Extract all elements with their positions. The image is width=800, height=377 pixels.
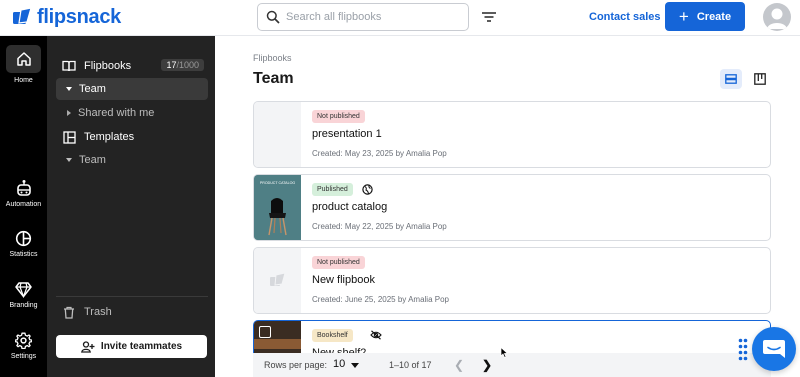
flipbook-name[interactable]: New flipbook — [312, 274, 375, 286]
book-icon — [62, 60, 76, 72]
gear-icon — [15, 332, 32, 349]
create-button-label: Create — [696, 10, 732, 23]
pagination-range: 1–10 of 17 — [389, 360, 432, 370]
sidebar-item-team[interactable]: Team — [56, 78, 208, 100]
caret-right-icon — [67, 110, 71, 116]
sidebar-item-flipbooks-label: Flipbooks — [84, 60, 132, 72]
flipbook-count-used: 17 — [166, 60, 177, 70]
flipbook-thumbnail[interactable]: PRODUCT CATALOG — [254, 175, 301, 240]
board-view-icon — [754, 73, 766, 85]
drag-handle-icon[interactable] — [738, 338, 748, 362]
flipbook-card[interactable]: Not published New flipbook Created: June… — [253, 247, 771, 314]
caret-down-icon — [66, 87, 72, 91]
search-box[interactable] — [257, 3, 469, 31]
caret-down-icon[interactable] — [351, 363, 359, 368]
invite-teammates-label: Invite teammates — [100, 341, 183, 352]
rows-per-page-select[interactable]: 10 — [333, 358, 345, 370]
diamond-icon — [15, 282, 32, 298]
status-badge: Not published — [312, 110, 365, 123]
catalog-cover-text: PRODUCT CATALOG — [260, 181, 296, 185]
flipbook-meta: Created: May 22, 2025 by Amalia Pop — [312, 222, 447, 231]
chat-support-button[interactable] — [752, 327, 796, 371]
invite-teammates-button[interactable]: Invite teammates — [56, 335, 207, 358]
sidebar-item-templates[interactable]: Templates — [56, 126, 208, 148]
sidebar-item-flipbooks[interactable]: Flipbooks 17/1000 — [56, 55, 208, 77]
flipbook-card[interactable]: Not published presentation 1 Created: Ma… — [253, 101, 771, 168]
catalog-cover-image: PRODUCT CATALOG — [254, 175, 301, 240]
rail-branding-label: Branding — [9, 302, 38, 309]
status-badge: Bookshelf — [312, 329, 353, 342]
flipbook-meta: Created: June 25, 2025 by Amalia Pop — [312, 295, 449, 304]
chat-icon — [763, 340, 785, 358]
caret-down-icon — [66, 158, 72, 162]
breadcrumb[interactable]: Flipbooks — [253, 53, 292, 63]
sidebar-item-trash-label: Trash — [84, 306, 112, 318]
flipsnack-logo[interactable]: flipsnack — [12, 6, 121, 28]
flipsnack-logo-icon — [13, 8, 32, 24]
flipbook-card[interactable]: PRODUCT CATALOG Published product catalo… — [253, 174, 771, 241]
rail-automation-label: Automation — [5, 201, 42, 208]
rail-settings[interactable]: Settings — [0, 332, 47, 360]
add-user-icon — [81, 340, 95, 353]
user-avatar[interactable] — [763, 3, 791, 31]
sidebar-divider — [56, 296, 208, 297]
pie-chart-icon — [15, 230, 32, 247]
search-input[interactable] — [286, 11, 456, 23]
rail-settings-label: Settings — [10, 353, 37, 360]
board-view-toggle[interactable] — [752, 71, 768, 87]
list-view-icon — [725, 74, 737, 84]
placeholder-book-icon — [270, 272, 286, 286]
search-icon — [266, 10, 280, 24]
filter-icon[interactable] — [480, 9, 498, 25]
contact-sales-link[interactable]: Contact sales — [589, 11, 661, 23]
sidebar-item-templates-team[interactable]: Team — [56, 149, 208, 171]
left-rail: Home Automation Statistics Branding Sett… — [0, 36, 47, 377]
mouse-cursor-icon — [500, 347, 508, 358]
globe-icon — [362, 184, 373, 195]
rail-home-label: Home — [14, 77, 33, 84]
logo-text: flipsnack — [37, 5, 121, 28]
flipbook-meta: Created: May 23, 2025 by Amalia Pop — [312, 149, 447, 158]
rows-per-page-label: Rows per page: — [264, 360, 328, 370]
rail-statistics-label: Statistics — [9, 251, 38, 258]
list-view-toggle[interactable] — [720, 69, 742, 89]
sidebar-item-shared-label: Shared with me — [78, 107, 155, 119]
select-checkbox[interactable] — [259, 326, 271, 338]
flipbook-name[interactable]: presentation 1 — [312, 128, 382, 140]
main-content: Flipbooks Team Not published presentatio… — [215, 36, 800, 377]
flipbook-name[interactable]: product catalog — [312, 201, 387, 213]
top-bar: flipsnack Contact sales + Create — [0, 0, 800, 36]
sidebar-item-templates-team-label: Team — [79, 154, 106, 166]
rail-home[interactable]: Home — [0, 45, 47, 84]
trash-icon — [64, 306, 74, 319]
flipbook-count-total: /1000 — [176, 60, 199, 70]
user-icon — [767, 8, 787, 29]
rail-automation[interactable]: Automation — [0, 179, 47, 208]
rail-branding[interactable]: Branding — [0, 281, 47, 309]
home-icon — [16, 52, 31, 66]
status-badge: Published — [312, 183, 353, 196]
home-icon-box — [6, 45, 41, 73]
sidebar-item-templates-label: Templates — [84, 131, 135, 143]
status-badge: Not published — [312, 256, 365, 269]
previous-page-button[interactable]: ❮ — [454, 358, 464, 372]
sidebar-item-team-label: Team — [79, 83, 106, 95]
flipbook-thumbnail[interactable] — [254, 248, 301, 313]
flipbook-count-badge: 17/1000 — [161, 59, 204, 71]
robot-icon — [16, 180, 31, 196]
next-page-button[interactable]: ❯ — [482, 358, 492, 372]
sidebar-item-trash[interactable]: Trash — [56, 301, 208, 323]
create-button[interactable]: + Create — [665, 2, 745, 31]
eye-off-icon — [370, 330, 382, 340]
flipbook-thumbnail[interactable] — [254, 102, 301, 167]
rail-statistics[interactable]: Statistics — [0, 230, 47, 258]
pagination-bar: Rows per page: 10 1–10 of 17 ❮ ❯ — [253, 353, 771, 377]
templates-icon — [63, 130, 76, 144]
sidebar: Flipbooks 17/1000 Team Shared with me Te… — [47, 36, 215, 377]
page-title: Team — [253, 70, 294, 87]
plus-icon: + — [678, 7, 689, 26]
sidebar-item-shared[interactable]: Shared with me — [56, 102, 208, 124]
